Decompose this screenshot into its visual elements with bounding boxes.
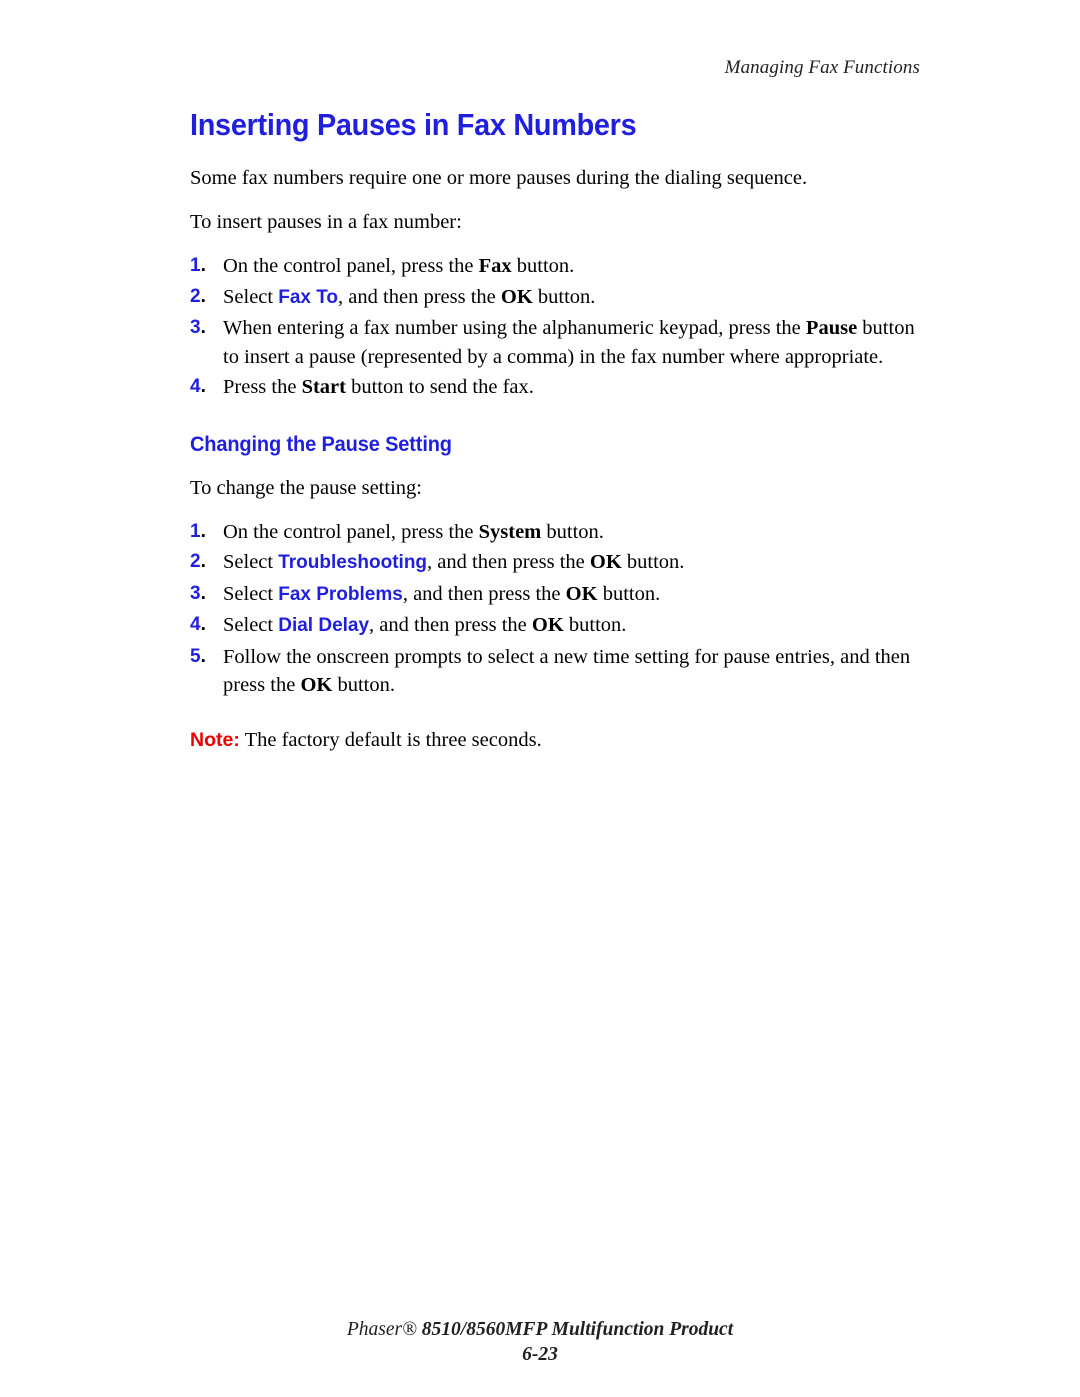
step-number-period: . — [200, 645, 206, 667]
footer-product-line: Phaser® 8510/8560MFP Multifunction Produ… — [0, 1317, 1080, 1342]
step-number: 1. — [190, 255, 206, 276]
step-number-period: . — [200, 520, 206, 542]
document-page: Managing Fax Functions Inserting Pauses … — [0, 0, 1080, 1397]
step-item: 2. Select Troubleshooting, and then press… — [190, 548, 920, 578]
intro-paragraph: Some fax numbers require one or more pau… — [190, 167, 808, 189]
change-pause-step-list: 1. On the control panel, press the System… — [190, 518, 920, 700]
step-item: 5. Follow the onscreen prompts to select … — [190, 643, 920, 700]
step-number-period: . — [200, 551, 206, 572]
step-number-period: . — [200, 614, 206, 635]
footer-brand: Phaser® — [346, 1319, 422, 1340]
step-number: 4. — [190, 376, 206, 397]
step-number-period: . — [200, 582, 206, 604]
running-header: Managing Fax Functions — [724, 57, 920, 78]
step-number: 4. — [190, 614, 206, 635]
step-number-period: . — [200, 376, 206, 397]
ui-menu-item-name: Dial Delay — [278, 615, 370, 636]
note-text: The factory default is three seconds. — [239, 728, 542, 751]
insert-steps-lead-in: To insert pauses in a fax number: — [190, 211, 462, 233]
ui-button-name: OK — [300, 674, 333, 696]
step-number: 3. — [190, 317, 206, 338]
step-item: 4. Select Dial Delay, and then press the … — [190, 611, 920, 641]
step-text: Follow the onscreen prompts to select a … — [223, 645, 911, 697]
page-footer: Phaser® 8510/8560MFP Multifunction Produ… — [0, 1317, 1080, 1367]
step-number: 1. — [190, 520, 206, 542]
ui-menu-item-name: Fax Problems — [278, 583, 403, 605]
step-text: On the control panel, press the Fax butt… — [223, 255, 575, 277]
step-item: 3. Select Fax Problems, and then press th… — [190, 580, 920, 610]
step-text: Select Dial Delay, and then press the OK… — [223, 614, 627, 636]
page-content: Inserting Pauses in Fax Numbers Some fax… — [190, 108, 920, 754]
step-item: 4. Press the Start button to send the fax… — [190, 373, 920, 402]
step-number: 2. — [190, 285, 206, 307]
step-text: Press the Start button to send the fax. — [223, 376, 534, 398]
ui-menu-item-name: Fax To — [278, 286, 339, 308]
ui-button-name: OK — [531, 614, 564, 636]
step-number-period: . — [200, 285, 206, 307]
step-number-period: . — [200, 317, 206, 338]
ui-button-name: OK — [589, 551, 622, 573]
note-block: Note: The factory default is three secon… — [190, 726, 920, 754]
step-text: Select Fax To, and then press the OK but… — [223, 285, 596, 308]
ui-button-name: System — [478, 520, 542, 543]
footer-product: 8510/8560MFP Multifunction Product — [421, 1319, 734, 1340]
step-text: Select Troubleshooting, and then press t… — [223, 551, 685, 573]
ui-button-name: OK — [500, 285, 533, 308]
step-number: 5. — [190, 645, 206, 667]
step-item: 3. When entering a fax number using the a… — [190, 314, 920, 371]
step-number: 2. — [190, 551, 206, 572]
note-label: Note: — [190, 728, 240, 751]
change-steps-lead-in: To change the pause setting: — [190, 476, 422, 499]
step-text: On the control panel, press the System b… — [223, 520, 604, 543]
section-subtitle: Changing the Pause Setting — [190, 431, 452, 456]
page-title: Inserting Pauses in Fax Numbers — [190, 107, 637, 142]
ui-button-name: Fax — [478, 255, 512, 277]
step-item: 2. Select Fax To, and then press the OK b… — [190, 283, 920, 313]
step-text: When entering a fax number using the alp… — [223, 317, 915, 368]
ui-button-name: OK — [565, 582, 598, 605]
ui-button-name: Start — [301, 376, 346, 398]
ui-menu-item-name: Troubleshooting — [278, 552, 428, 573]
ui-button-name: Pause — [805, 317, 858, 339]
step-item: 1. On the control panel, press the Fax bu… — [190, 252, 920, 281]
step-text: Select Fax Problems, and then press the … — [223, 582, 661, 605]
step-item: 1. On the control panel, press the System… — [190, 518, 920, 547]
step-number-period: . — [200, 255, 206, 276]
footer-page-number: 6-23 — [522, 1344, 558, 1365]
step-number: 3. — [190, 582, 206, 604]
insert-pauses-step-list: 1. On the control panel, press the Fax bu… — [190, 252, 920, 402]
